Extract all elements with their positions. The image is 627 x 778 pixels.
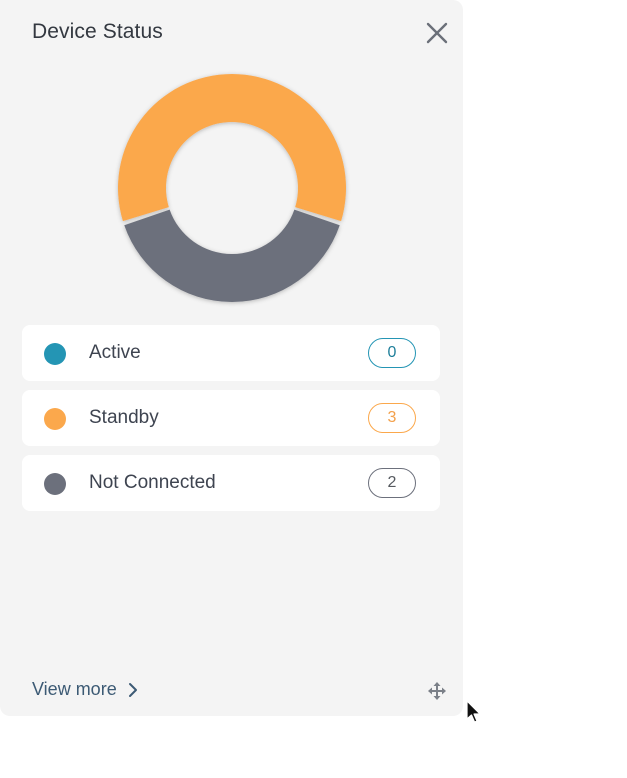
donut-slice-not-connected: [124, 209, 340, 302]
device-status-donut-chart: [118, 74, 347, 302]
legend-item-standby[interactable]: Standby 3: [22, 390, 440, 446]
legend-count-badge: 3: [368, 403, 416, 433]
move-arrows-icon[interactable]: [427, 681, 447, 701]
widget-title: Device Status: [32, 20, 163, 43]
donut-slice-standby: [118, 74, 347, 222]
chevron-right-icon: [128, 682, 137, 697]
active-status-dot: [44, 343, 66, 365]
legend-label: Standby: [89, 407, 159, 428]
legend-count-badge: 2: [368, 468, 416, 498]
view-more-label: View more: [32, 679, 117, 699]
legend-item-active[interactable]: Active 0: [22, 325, 440, 381]
mouse-pointer-icon: [466, 700, 482, 724]
device-status-widget: Device Status Active 0 Standby 3 Not Con…: [0, 0, 463, 716]
standby-status-dot: [44, 408, 66, 430]
not-connected-status-dot: [44, 473, 66, 495]
legend-count-badge: 0: [368, 338, 416, 368]
legend-label: Not Connected: [89, 472, 216, 493]
close-icon[interactable]: [425, 21, 449, 45]
view-more-link[interactable]: View more: [32, 679, 139, 700]
legend-label: Active: [89, 342, 141, 363]
legend-item-not-connected[interactable]: Not Connected 2: [22, 455, 440, 511]
